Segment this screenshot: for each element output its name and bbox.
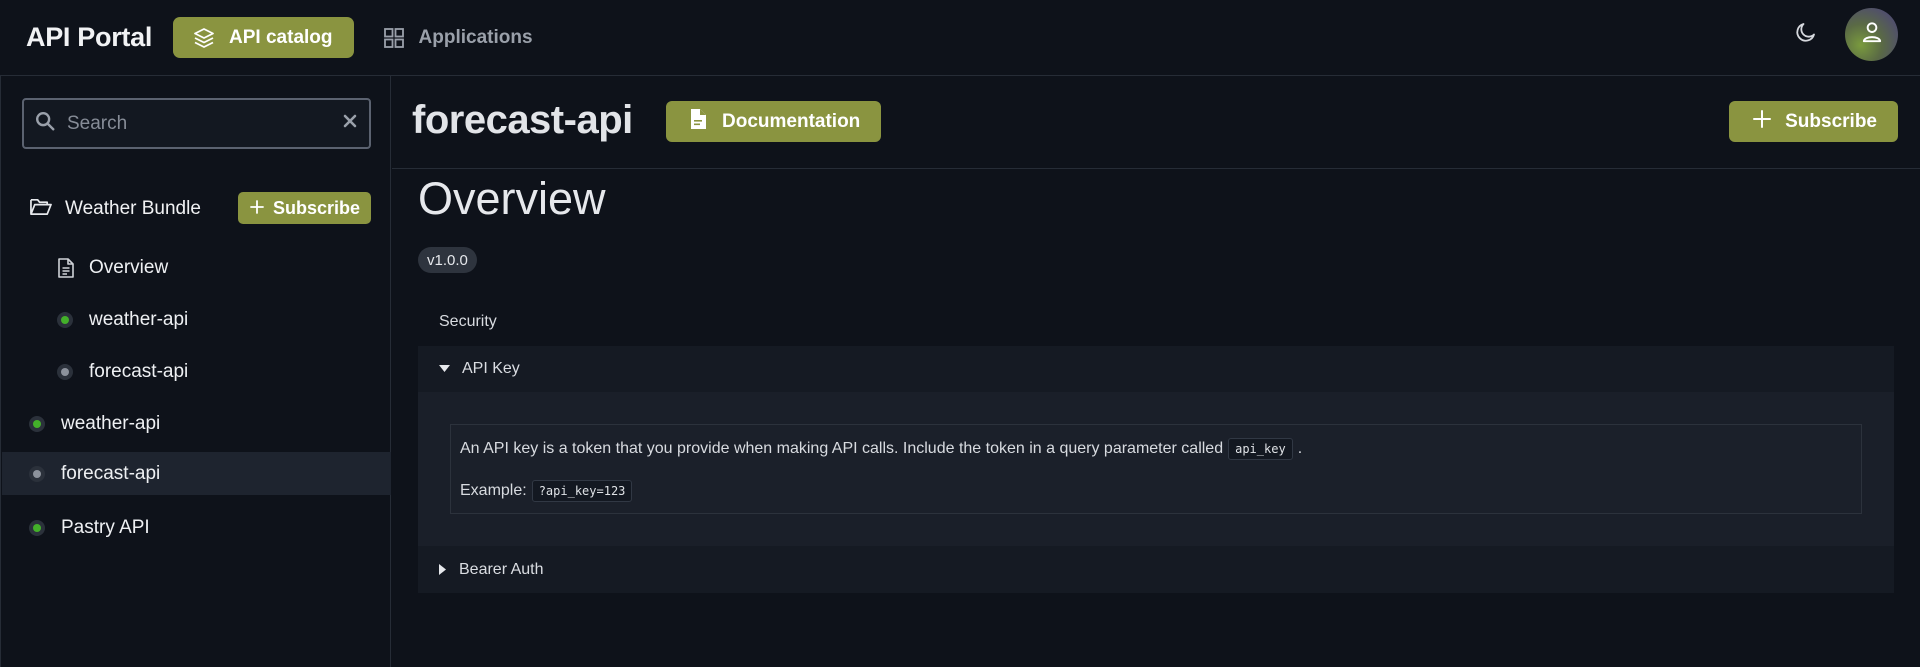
user-avatar-button[interactable] <box>1845 8 1898 61</box>
top-bar: API Portal API catalog Applications <box>0 0 1920 76</box>
status-indicator <box>57 363 73 380</box>
description-text: An API key is a token that you provide w… <box>460 440 1224 457</box>
search-icon <box>34 110 56 137</box>
bundle-subscribe-button[interactable]: Subscribe <box>237 192 371 224</box>
bundle-subscribe-label: Subscribe <box>272 197 360 218</box>
plus-icon <box>250 198 264 219</box>
scheme-description: An API key is a token that you provide w… <box>460 438 1302 460</box>
api-title: forecast-api <box>412 98 633 142</box>
documentation-button[interactable]: Documentation <box>666 101 882 142</box>
sidebar-item-label: weather-api <box>61 412 161 434</box>
security-label: Security <box>439 313 497 330</box>
search-field <box>22 98 371 149</box>
sidebar-item-weather-api[interactable]: weather-api <box>2 402 391 445</box>
sidebar-item-label: weather-api <box>89 308 189 330</box>
scheme-name: Bearer Auth <box>459 560 544 578</box>
nav-api-catalog-button[interactable]: API catalog <box>173 17 354 58</box>
nav-api-catalog-label: API catalog <box>229 26 333 48</box>
status-indicator <box>57 311 73 328</box>
folder-open-icon <box>29 196 52 222</box>
sidebar-item-bundle-forecast-api[interactable]: forecast-api <box>2 350 391 393</box>
status-indicator <box>29 465 45 482</box>
top-right-controls <box>1789 8 1898 61</box>
plus-icon <box>1753 109 1772 134</box>
sidebar-item-label: forecast-api <box>61 462 161 484</box>
nav-applications-label: Applications <box>418 26 533 48</box>
user-icon <box>1859 19 1885 50</box>
moon-icon <box>1794 20 1818 49</box>
example-label: Example: <box>460 482 527 499</box>
sidebar-item-label: forecast-api <box>89 360 189 382</box>
search-input[interactable] <box>67 112 343 135</box>
status-indicator <box>29 519 45 536</box>
caret-down-icon <box>439 365 450 373</box>
app-title[interactable]: API Portal <box>26 22 152 53</box>
sidebar-bundle-weather[interactable]: Weather Bundle Subscribe <box>29 192 371 225</box>
security-scheme-api-key-header[interactable]: API Key <box>418 346 1894 392</box>
subscribe-label: Subscribe <box>1785 110 1877 132</box>
theme-toggle-button[interactable] <box>1789 18 1823 52</box>
api-header: forecast-api Documentation Subscribe <box>392 76 1920 169</box>
sidebar-item-label: Overview <box>89 256 169 278</box>
sidebar-item-bundle-weather-api[interactable]: weather-api <box>2 298 391 341</box>
version-badge: v1.0.0 <box>418 247 477 273</box>
document-icon <box>57 257 75 278</box>
sidebar-item-label: Pastry API <box>61 516 150 538</box>
grid-icon <box>382 26 406 50</box>
description-suffix: . <box>1297 440 1303 457</box>
sidebar: Weather Bundle Subscribe Overview weathe… <box>0 76 391 667</box>
bundle-label: Weather Bundle <box>65 197 201 219</box>
sidebar-item-forecast-api[interactable]: forecast-api <box>2 452 391 495</box>
example-code: ?api_key=123 <box>531 480 633 502</box>
security-scheme-bearer-auth-header[interactable]: Bearer Auth <box>418 546 1894 593</box>
subscribe-button[interactable]: Subscribe <box>1729 101 1898 142</box>
file-icon <box>689 108 707 136</box>
clear-search-icon[interactable] <box>343 114 357 133</box>
layers-icon <box>192 26 216 50</box>
caret-right-icon <box>439 564 447 575</box>
documentation-label: Documentation <box>722 110 861 132</box>
sidebar-item-overview[interactable]: Overview <box>2 246 391 289</box>
param-code: api_key <box>1228 438 1293 460</box>
page-heading: Overview <box>418 173 606 224</box>
sidebar-item-pastry-api[interactable]: Pastry API <box>2 506 391 549</box>
status-indicator <box>29 415 45 432</box>
scheme-name: API Key <box>462 360 520 377</box>
scheme-example: Example: ?api_key=123 <box>460 480 637 502</box>
nav-applications-button[interactable]: Applications <box>366 17 545 58</box>
